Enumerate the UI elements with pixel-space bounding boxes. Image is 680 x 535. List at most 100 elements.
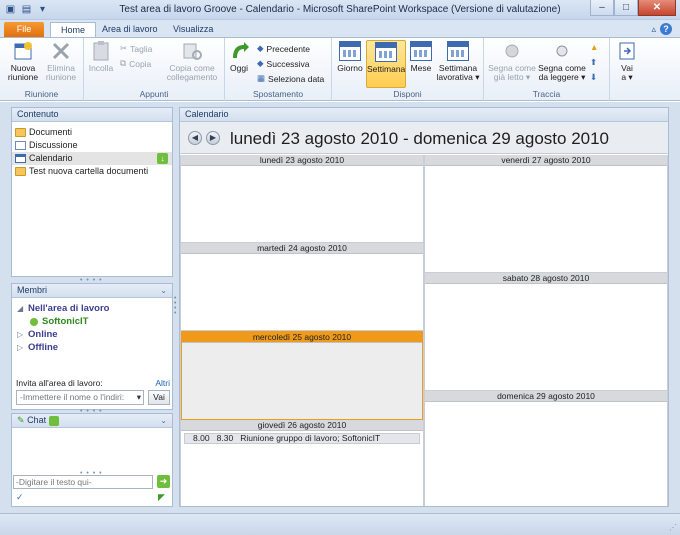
tree-item-test-nuova-cartella[interactable]: Test nuova cartella documenti xyxy=(12,165,172,178)
chevron-down-icon[interactable]: ⌄ xyxy=(160,284,167,297)
collapsed-arrow-icon: ▷ xyxy=(17,330,24,339)
chat-bubble-icon: ✎ xyxy=(17,415,25,425)
calendar-event[interactable]: 8.00 8.30 Riunione gruppo di lavoro; Sof… xyxy=(184,433,420,444)
member-softonicit[interactable]: SoftonicIT xyxy=(12,315,172,328)
send-arrow-icon[interactable]: ➜ xyxy=(157,475,170,488)
vertical-splitter-handle[interactable]: • • • • xyxy=(174,295,178,317)
close-button[interactable]: ✕ xyxy=(638,0,676,16)
invite-label: Invita all'area di lavoro: xyxy=(16,378,103,388)
delete-x-icon xyxy=(49,40,73,62)
dropdown-arrow-icon[interactable]: ▾ xyxy=(137,391,141,404)
group-online[interactable]: ▷ Online xyxy=(12,328,172,341)
discussion-icon xyxy=(15,141,26,150)
day-cell-sat[interactable]: sabato 28 agosto 2010 xyxy=(425,273,667,390)
day-cell-tue[interactable]: martedì 24 agosto 2010 xyxy=(181,243,423,330)
successiva-button[interactable]: ◆ Successiva xyxy=(257,58,310,69)
calendar-small-icon: ▦ xyxy=(257,73,266,83)
group-label-appunti: Appunti xyxy=(139,89,169,99)
group-riunione: Nuova riunione Elimina riunione Riunione xyxy=(0,38,84,101)
calendar-pane: Calendario ◀ ▶ lunedì 23 agosto 2010 - d… xyxy=(179,107,669,507)
expanded-arrow-icon: ◢ xyxy=(17,304,24,313)
tree-item-documenti[interactable]: Documenti xyxy=(12,126,172,139)
calendar-icon xyxy=(15,154,26,163)
arrow-right-icon: ◆ xyxy=(257,58,264,68)
chevron-down-icon[interactable]: ⌄ xyxy=(160,414,167,427)
minimize-button[interactable]: – xyxy=(590,0,614,16)
tree-item-discussione[interactable]: Discussione xyxy=(12,139,172,152)
tab-file[interactable]: File xyxy=(4,22,44,38)
maximize-button[interactable]: □ xyxy=(614,0,638,16)
tree-item-calendario[interactable]: Calendario ↓ xyxy=(12,152,172,165)
calendar-range-title: lunedì 23 agosto 2010 - domenica 29 agos… xyxy=(230,129,610,148)
status-bar: ⋰ xyxy=(0,513,680,535)
tab-home[interactable]: Home xyxy=(50,22,97,38)
seleziona-data-button[interactable]: ▦ Seleziona data xyxy=(257,73,324,84)
contenuto-panel: Contenuto Documenti Discussione Calendar… xyxy=(11,107,173,277)
oggi-button[interactable]: Oggi xyxy=(227,40,251,73)
precedente-button[interactable]: ◆ Precedente xyxy=(257,43,310,54)
copy-icon: ⧉ xyxy=(120,58,127,68)
help-icon[interactable]: ? xyxy=(660,23,672,35)
month-view-icon xyxy=(409,40,433,62)
alert-bell-button[interactable]: ▲ xyxy=(590,42,598,52)
unread-badge-icon: ↓ xyxy=(157,153,168,164)
vai-button[interactable]: Vai xyxy=(148,390,170,405)
day-cell-mon[interactable]: lunedì 23 agosto 2010 xyxy=(181,155,423,242)
bell-icon: ▲ xyxy=(590,42,599,52)
nuova-riunione-button[interactable]: Nuova riunione xyxy=(6,40,40,82)
vai-a-button[interactable]: Vai a ▾ xyxy=(614,40,640,82)
settimana-lavorativa-button[interactable]: Settimana lavorativa ▾ xyxy=(436,40,480,82)
chat-input[interactable]: -Digitare il testo qui- xyxy=(13,475,153,489)
ribbon-minimize-icon[interactable]: ▵ xyxy=(651,24,656,35)
copy-link-icon xyxy=(180,40,204,62)
mese-button[interactable]: Mese xyxy=(408,40,434,73)
group-spostamento: Oggi ◆ Precedente ◆ Successiva ▦ Selezio… xyxy=(225,38,332,101)
altri-link[interactable]: Altri xyxy=(155,378,170,388)
today-arrow-icon xyxy=(227,40,251,62)
invite-input[interactable]: -Immettere il nome o l'indiri: ▾ xyxy=(16,390,144,405)
tab-visualizza[interactable]: Visualizza xyxy=(163,22,223,38)
tab-area-di-lavoro[interactable]: Area di lavoro xyxy=(92,22,168,38)
group-traccia: Segna come già letto ▾ Segna come da leg… xyxy=(484,38,610,101)
group-vai: Vai a ▾ xyxy=(610,38,644,101)
mark-unread-icon xyxy=(550,40,574,62)
scissors-icon: ✂ xyxy=(120,43,128,53)
membri-header[interactable]: Membri ⌄ xyxy=(12,284,172,298)
group-offline[interactable]: ▷ Offline xyxy=(12,341,172,354)
day-cell-wed[interactable]: mercoledì 25 agosto 2010 xyxy=(181,331,423,420)
copia-button[interactable]: ⧉ Copia xyxy=(120,58,151,69)
calendar-header: Calendario xyxy=(180,108,668,122)
day-cell-thu[interactable]: giovedì 26 agosto 2010 8.00 8.30 Riunion… xyxy=(181,420,423,506)
resize-grip-icon[interactable]: ⋰ xyxy=(669,523,677,532)
format-icon[interactable]: ◤ xyxy=(158,492,165,503)
day-cell-sun[interactable]: domenica 29 agosto 2010 xyxy=(425,391,667,506)
day-header: martedì 24 agosto 2010 xyxy=(181,243,423,254)
settimana-button[interactable]: Settimana xyxy=(366,40,406,88)
go-to-icon xyxy=(615,40,639,62)
sync-down-button[interactable]: ⬇ xyxy=(590,72,597,83)
next-week-button[interactable]: ▶ xyxy=(206,131,220,145)
prev-week-button[interactable]: ◀ xyxy=(188,131,202,145)
day-header: sabato 28 agosto 2010 xyxy=(425,273,667,284)
day-header: venerdì 27 agosto 2010 xyxy=(425,155,667,166)
group-label-spostamento: Spostamento xyxy=(252,89,304,99)
copia-come-collegamento-button[interactable]: Copia come collegamento xyxy=(164,40,220,82)
sync-up-button[interactable]: ⬆ xyxy=(590,57,597,68)
taglia-button[interactable]: ✂ Taglia xyxy=(120,43,152,54)
giorno-button[interactable]: Giorno xyxy=(335,40,365,73)
spellcheck-icon[interactable]: ✓ xyxy=(16,492,24,503)
unread-badge-icon xyxy=(48,415,59,426)
group-nell-area[interactable]: ◢ Nell'area di lavoro xyxy=(12,302,172,315)
elimina-riunione-button[interactable]: Elimina riunione xyxy=(44,40,78,82)
incolla-button[interactable]: Incolla xyxy=(86,40,116,73)
group-label-disponi: Disponi xyxy=(393,89,422,99)
online-status-icon xyxy=(30,318,38,326)
segna-come-da-leggere-button[interactable]: Segna come da leggere ▾ xyxy=(536,40,588,82)
week-view-icon xyxy=(374,41,398,63)
group-label-traccia: Traccia xyxy=(532,89,561,99)
segna-come-letto-button[interactable]: Segna come già letto ▾ xyxy=(487,40,537,82)
day-header: domenica 29 agosto 2010 xyxy=(425,391,667,402)
day-cell-fri[interactable]: venerdì 27 agosto 2010 xyxy=(425,155,667,272)
chat-header[interactable]: ✎ Chat ⌄ xyxy=(12,414,172,428)
day-header: giovedì 26 agosto 2010 xyxy=(181,420,423,431)
